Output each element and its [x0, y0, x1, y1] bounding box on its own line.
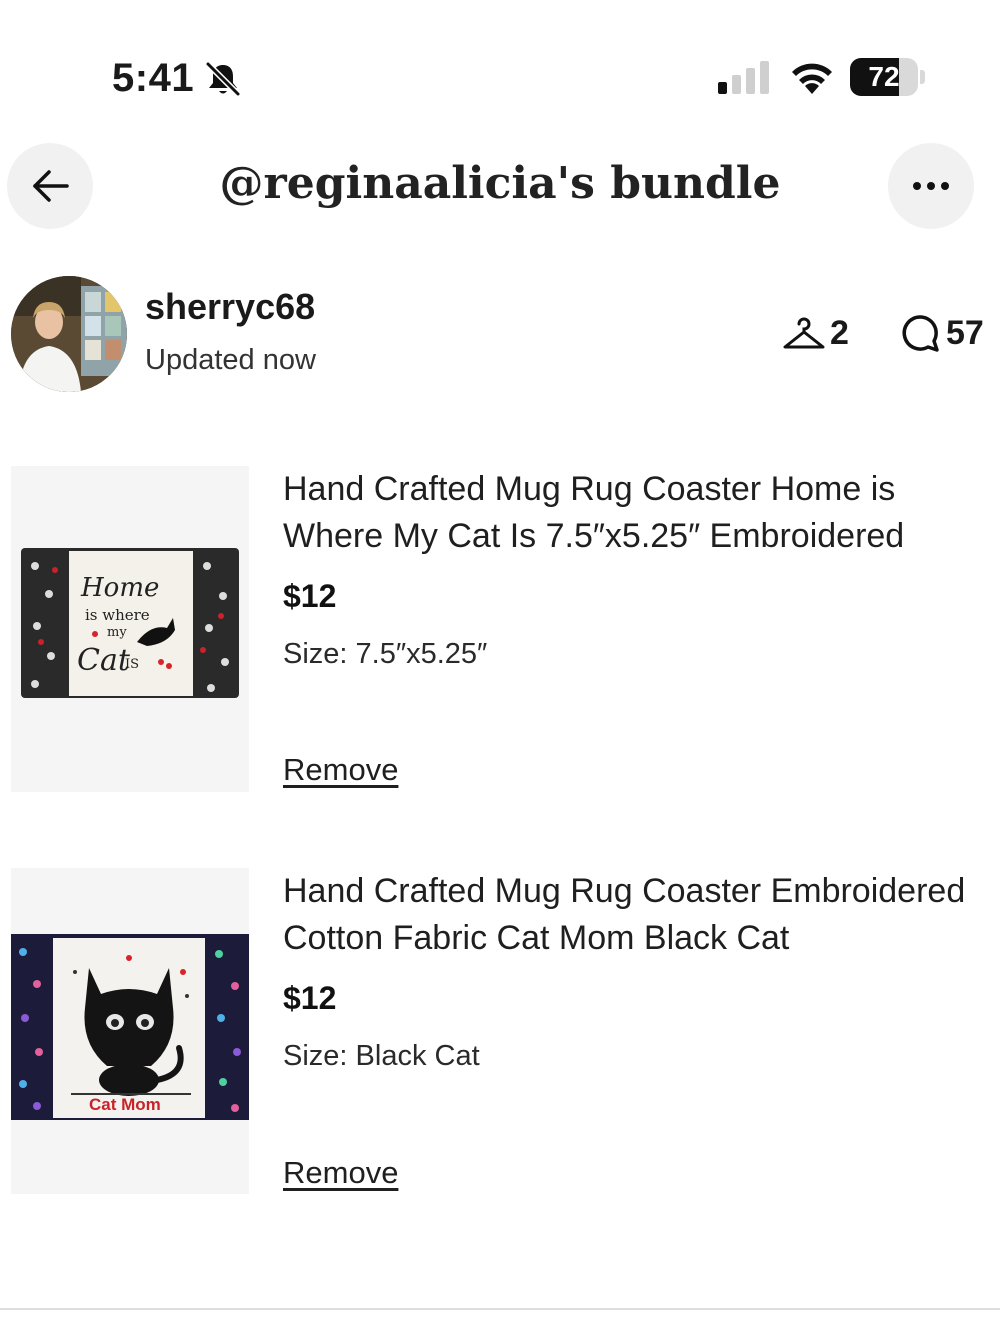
listing-title-2-line: Hand Crafted Mug Rug Coaster Embroidered [283, 872, 966, 910]
wifi-icon [792, 63, 832, 94]
owner-username[interactable]: sherryc68 [145, 286, 315, 328]
signal-icon [718, 61, 769, 94]
avatar-photo [11, 276, 127, 392]
listing-size-2: Size: Black Cat [283, 1040, 480, 1072]
image-text-home: Home [80, 573, 159, 603]
listing-title-1[interactable]: Hand Crafted Mug Rug Coaster Home is Whe… [283, 466, 988, 560]
updated-status: Updated now [145, 344, 316, 376]
listing-price-2: $12 [283, 980, 337, 1016]
status-bar: 5:41 72 [0, 0, 1000, 150]
remove-button-2[interactable]: Remove [283, 1155, 398, 1191]
comments-count: 57 [946, 313, 984, 352]
arrow-left-icon [33, 170, 69, 202]
bell-slash-icon [205, 61, 241, 97]
hanger-icon [783, 317, 825, 349]
page-title: @reginaalicia's bundle [219, 158, 781, 209]
comments-stat[interactable]: 57 [900, 312, 984, 354]
ellipsis-icon [913, 182, 949, 190]
listing-image-2[interactable]: Cat Mom [11, 868, 249, 1194]
likes-stat[interactable]: 2 [782, 312, 849, 354]
listing-title-2-line: Cotton Fabric Cat Mom Black Cat [283, 919, 790, 957]
bottom-divider [0, 1308, 1000, 1310]
image-text-is-where: is where [85, 606, 150, 624]
status-time: 5:41 [112, 56, 195, 100]
remove-button-1[interactable]: Remove [283, 752, 398, 788]
battery-icon: 72 [850, 58, 926, 96]
image-text-cat-mom: Cat Mom [89, 1095, 161, 1114]
mug-rug-cat-mom-image: Cat Mom [11, 868, 249, 1194]
comment-icon [902, 315, 939, 352]
image-text-cat: Cat [77, 643, 131, 678]
more-options-button[interactable] [888, 143, 974, 229]
image-text-my: my [107, 625, 127, 640]
likes-count: 2 [830, 313, 849, 352]
listing-price-1: $12 [283, 578, 337, 614]
listing-image-1[interactable]: Home is where my Cat IS [11, 466, 249, 792]
image-text-is: IS [125, 657, 139, 672]
listing-size-1: Size: 7.5″x5.25″ [283, 638, 488, 670]
avatar[interactable] [11, 276, 127, 392]
listing-title-2[interactable]: Hand Crafted Mug Rug Coaster Embroidered… [283, 868, 988, 962]
battery-percent: 72 [868, 61, 900, 92]
back-button[interactable] [7, 143, 93, 229]
mug-rug-home-cat-image: Home is where my Cat IS [11, 466, 249, 792]
